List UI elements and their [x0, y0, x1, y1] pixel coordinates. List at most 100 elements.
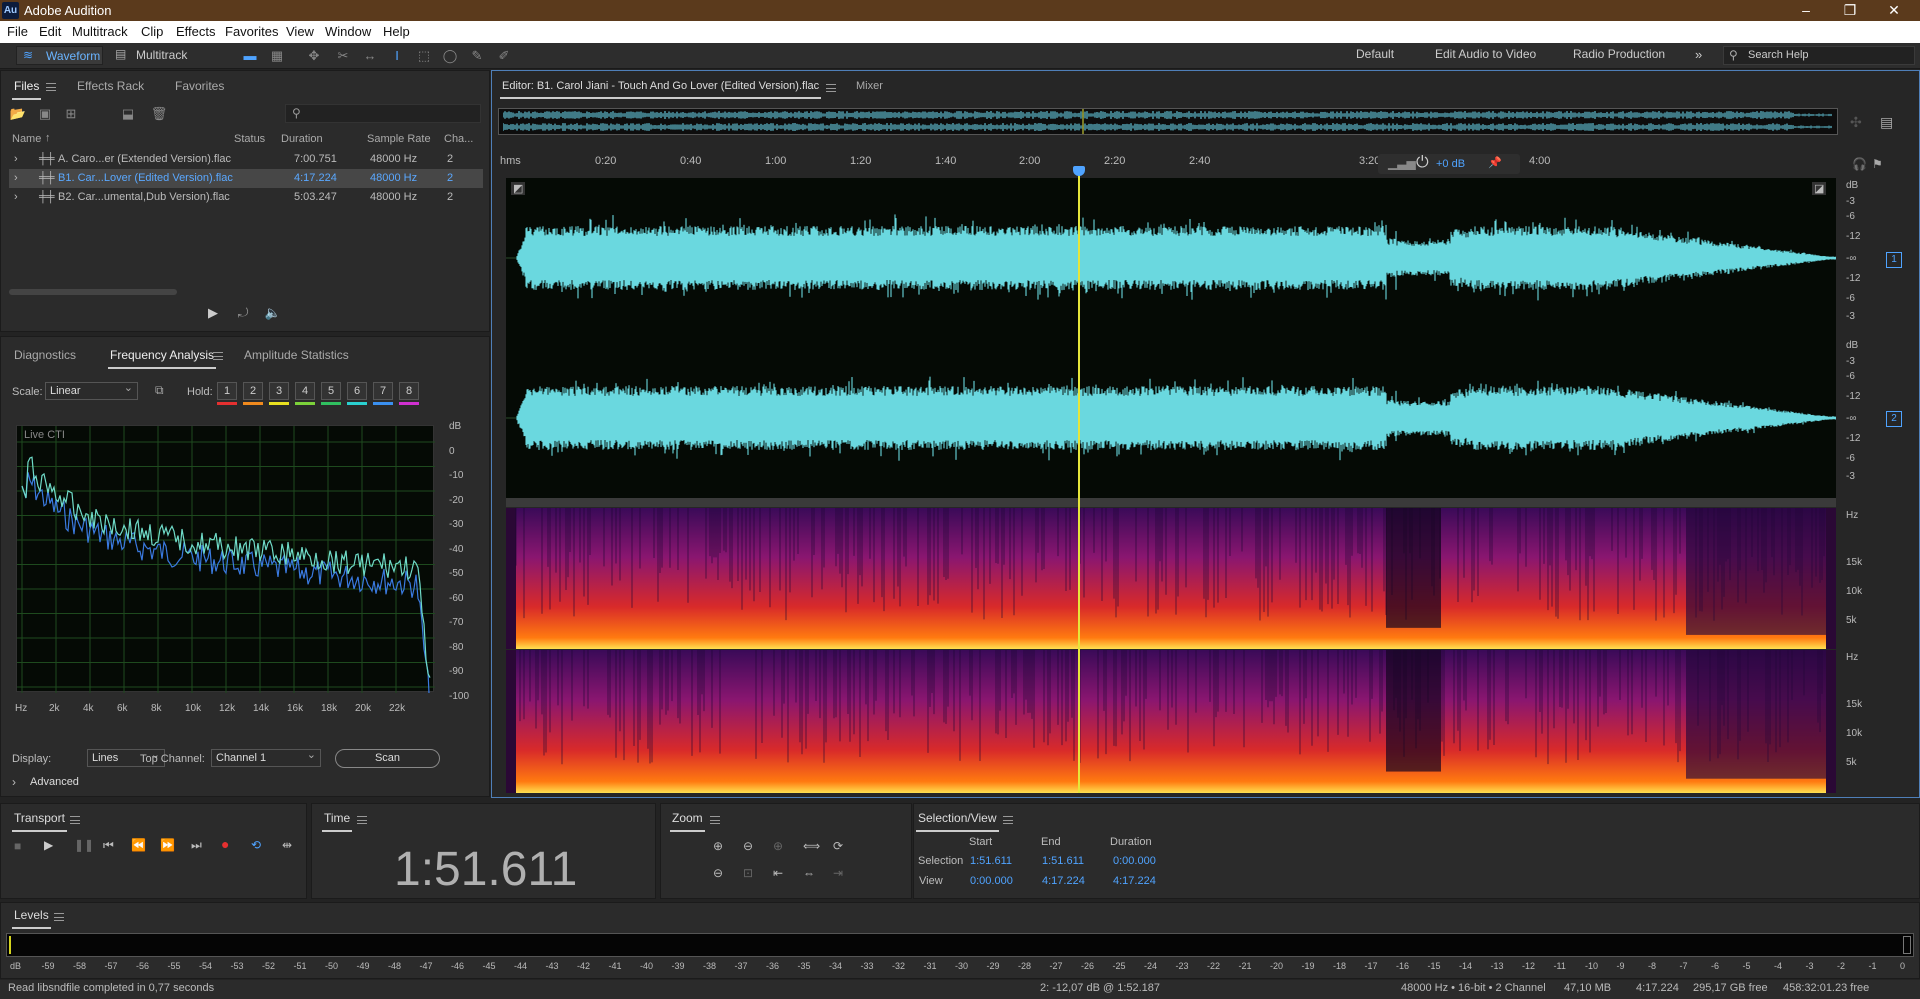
menu-effects[interactable]: Effects	[176, 24, 216, 39]
view-end[interactable]: 4:17.224	[1042, 875, 1085, 887]
rewind-icon[interactable]: ⏪	[131, 838, 146, 852]
import-file-icon[interactable]: ▣	[36, 105, 54, 123]
hold-button-1[interactable]: 1	[217, 382, 237, 400]
menu-multitrack[interactable]: Multitrack	[72, 24, 128, 39]
view-duration[interactable]: 4:17.224	[1113, 875, 1156, 887]
tab-frequency-analysis[interactable]: Frequency Analysis	[107, 348, 217, 369]
level-meter[interactable]	[6, 933, 1914, 957]
channel-2-spectrogram[interactable]	[506, 650, 1836, 793]
zoom-to-selection-icon[interactable]: ✣	[1850, 114, 1862, 131]
menu-help[interactable]: Help	[383, 24, 410, 39]
hud-gain-control[interactable]: ▁▃▅ ⏻ +0 dB 📌	[1378, 154, 1520, 174]
clip-indicator[interactable]	[1903, 936, 1911, 954]
selection-menu-icon[interactable]	[1003, 816, 1013, 824]
expand-overlay-icon[interactable]: ◩	[511, 182, 526, 195]
menu-favorites[interactable]: Favorites	[225, 24, 278, 39]
col-channels[interactable]: Cha...	[444, 133, 473, 145]
panel-options-icon[interactable]: ▤	[1880, 114, 1893, 131]
razor-tool-icon[interactable]: ✂	[334, 47, 352, 65]
selection-end[interactable]: 1:51.611	[1042, 855, 1084, 867]
go-to-end-icon[interactable]: ⏭	[191, 838, 202, 853]
spot-healing-tool-icon[interactable]: ✐	[495, 47, 513, 65]
col-sample-rate[interactable]: Sample Rate	[367, 133, 431, 145]
expand-icon[interactable]: ›	[14, 172, 18, 184]
gain-value[interactable]: +0 dB	[1436, 158, 1465, 170]
overview-bar[interactable]	[498, 108, 1838, 135]
top-channel-dropdown[interactable]: Channel 1	[211, 748, 321, 767]
channel-1-toggle[interactable]: 1	[1886, 252, 1902, 268]
tab-effects-rack[interactable]: Effects Rack	[77, 79, 144, 93]
selection-start[interactable]: 1:51.611	[970, 855, 1012, 867]
close-file-icon[interactable]: 🗑	[150, 105, 168, 123]
col-duration[interactable]: Duration	[281, 133, 323, 145]
play-icon[interactable]: ▶	[44, 838, 53, 852]
tab-editor[interactable]: Editor: B1. Carol Jiani - Touch And Go L…	[499, 80, 822, 99]
pin-hud-icon[interactable]: 📌	[1488, 156, 1502, 169]
insert-into-multitrack-icon[interactable]: ⬓	[119, 105, 137, 123]
menu-file[interactable]: File	[7, 24, 28, 39]
reset-hold-icon[interactable]: ⧉	[155, 383, 164, 398]
menu-edit[interactable]: Edit	[39, 24, 61, 39]
files-horizontal-scrollbar[interactable]	[9, 289, 177, 295]
close-icon[interactable]: ✕	[1872, 0, 1916, 21]
channel-2-waveform[interactable]	[506, 338, 1841, 498]
files-menu-icon[interactable]	[46, 83, 56, 91]
advanced-label[interactable]: Advanced	[30, 776, 79, 788]
channel-1-spectrogram[interactable]	[506, 508, 1836, 649]
record-icon[interactable]: ●	[221, 836, 229, 852]
time-display[interactable]: 1:51.611	[394, 842, 577, 897]
menu-clip[interactable]: Clip	[141, 24, 163, 39]
tab-amplitude-statistics[interactable]: Amplitude Statistics	[244, 348, 349, 362]
workspace-radio-production[interactable]: Radio Production	[1573, 47, 1665, 61]
hold-button-4[interactable]: 4	[295, 382, 315, 400]
hold-button-8[interactable]: 8	[399, 382, 419, 400]
expand-icon[interactable]: ›	[14, 153, 18, 165]
zoom-in-right-icon[interactable]: ⇥	[833, 866, 843, 880]
fast-forward-icon[interactable]: ⏩	[160, 838, 175, 852]
file-row-selected[interactable]: › ╪╪ B1. Car...Lover (Edited Version).fl…	[9, 169, 483, 188]
col-name[interactable]: Name	[12, 133, 41, 145]
pause-icon[interactable]: ❚❚	[74, 838, 94, 852]
file-row[interactable]: › ╪╪ A. Caro...er (Extended Version).fla…	[9, 150, 483, 169]
levels-menu-icon[interactable]	[54, 913, 64, 921]
zoom-in-point-icon[interactable]: ⊕	[773, 839, 783, 853]
editor-menu-icon[interactable]	[826, 84, 836, 92]
file-row[interactable]: › ╪╪ B2. Car...umental,Dub Version).flac…	[9, 188, 483, 207]
workspace-default[interactable]: Default	[1356, 47, 1394, 61]
tab-mixer[interactable]: Mixer	[856, 80, 883, 92]
zoom-selection-icon[interactable]: ⊡	[743, 866, 753, 880]
collapse-overlay-icon[interactable]: ◪	[1812, 182, 1827, 195]
waveform-view-button[interactable]: ≋ Waveform	[16, 46, 103, 65]
hold-button-3[interactable]: 3	[269, 382, 289, 400]
zoom-in-left-icon[interactable]: ⇤	[773, 866, 783, 880]
open-file-icon[interactable]: 📂	[9, 105, 27, 123]
zoom-out-time-icon[interactable]: ⊖	[713, 866, 723, 880]
time-ruler[interactable]: hms0:200:401:001:201:402:002:202:403:203…	[498, 153, 1838, 177]
analysis-menu-icon[interactable]	[213, 352, 223, 360]
expand-icon[interactable]: ›	[14, 191, 18, 203]
loop-playback-icon[interactable]: ⟲	[251, 838, 261, 852]
play-preview-icon[interactable]: ▶	[204, 304, 222, 322]
advanced-expand-icon[interactable]: ›	[12, 775, 16, 789]
time-menu-icon[interactable]	[357, 816, 367, 824]
scan-button[interactable]: Scan	[335, 749, 440, 768]
stop-icon[interactable]: ■	[14, 839, 21, 853]
zoom-in-amplitude-icon[interactable]: ⊕	[713, 839, 723, 853]
zoom-out-full-icon[interactable]: ⇔	[803, 866, 815, 880]
time-selection-tool-icon[interactable]: I	[388, 47, 406, 65]
waveform-display-icon[interactable]: ▬	[241, 47, 259, 65]
selection-duration[interactable]: 0:00.000	[1113, 855, 1156, 867]
new-file-icon[interactable]: ⊞	[62, 105, 80, 123]
more-workspaces-icon[interactable]: »	[1695, 47, 1702, 62]
col-status[interactable]: Status	[234, 133, 265, 145]
minimize-icon[interactable]: –	[1784, 0, 1828, 21]
workspace-edit-audio-to-video[interactable]: Edit Audio to Video	[1435, 47, 1536, 61]
multitrack-view-button[interactable]: ▤ Multitrack	[113, 46, 193, 65]
lasso-tool-icon[interactable]: ◯	[441, 47, 459, 65]
spectral-divider[interactable]	[506, 498, 1836, 507]
marker-icon[interactable]: ⚑	[1872, 157, 1883, 171]
transport-menu-icon[interactable]	[70, 816, 80, 824]
tab-diagnostics[interactable]: Diagnostics	[14, 348, 76, 362]
skip-selection-icon[interactable]: ⇹	[282, 838, 292, 852]
hold-button-2[interactable]: 2	[243, 382, 263, 400]
